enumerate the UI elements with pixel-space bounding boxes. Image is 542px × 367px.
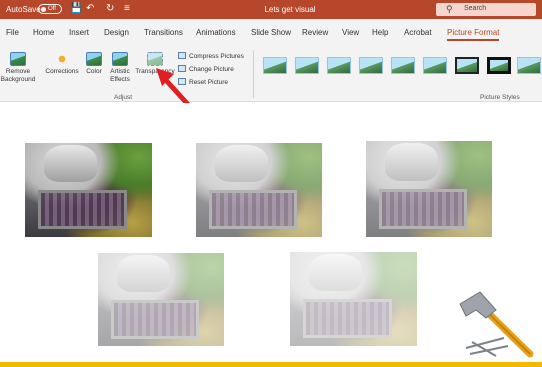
artistic-effects-label: Artistic Effects (110, 68, 130, 83)
photo-background (366, 141, 492, 237)
save-icon[interactable]: 💾 (70, 3, 82, 15)
corrections-label: Corrections (45, 68, 79, 75)
tab-animations[interactable]: Animations (196, 28, 236, 37)
compress-pictures-label: Compress Pictures (189, 53, 244, 60)
color-button[interactable]: Color (82, 52, 106, 76)
bucket-shape (44, 144, 98, 183)
bucket-shape (309, 253, 363, 292)
hammer-icon (459, 291, 534, 358)
tab-design[interactable]: Design (104, 28, 129, 37)
footer-accent-bar (0, 362, 542, 367)
photo-4[interactable] (98, 253, 224, 346)
photo-background (196, 143, 322, 237)
grate-shape (37, 190, 127, 230)
remove-background-icon (10, 52, 26, 66)
search-box[interactable]: ⚲ Search (436, 3, 536, 16)
photo-2[interactable] (196, 143, 322, 237)
tab-view[interactable]: View (342, 28, 359, 37)
ribbon-separator (253, 50, 254, 98)
autosave-toggle[interactable]: Off (38, 4, 62, 14)
photo-background (290, 252, 417, 346)
corrections-button[interactable]: Corrections (42, 52, 82, 76)
tab-home[interactable]: Home (33, 28, 54, 37)
photo-3[interactable] (366, 141, 492, 237)
tab-review[interactable]: Review (302, 28, 328, 37)
tab-acrobat[interactable]: Acrobat (404, 28, 432, 37)
ribbon-tabs: File Home Insert Design Transitions Anim… (0, 19, 542, 46)
artistic-effects-button[interactable]: Artistic Effects (106, 52, 134, 84)
picture-style-9[interactable] (517, 57, 541, 74)
customize-icon[interactable]: ≡ (124, 3, 130, 15)
picture-styles-group-label: Picture Styles (480, 94, 520, 101)
toggle-knob (41, 7, 46, 12)
picture-style-1[interactable] (263, 57, 287, 74)
photo-5[interactable] (290, 252, 417, 346)
compress-icon (178, 52, 186, 59)
autosave-label: AutoSave (6, 5, 41, 14)
artistic-effects-icon (112, 52, 128, 66)
grate-shape (378, 189, 467, 230)
picture-style-8[interactable] (487, 57, 511, 74)
picture-style-2[interactable] (295, 57, 319, 74)
document-title: Lets get visual (264, 5, 316, 14)
picture-styles-gallery (258, 54, 542, 84)
tab-picture-format[interactable]: Picture Format (447, 28, 500, 41)
tab-transitions[interactable]: Transitions (144, 28, 183, 37)
color-icon (86, 52, 102, 66)
remove-background-label: Remove Background (0, 68, 36, 83)
grate-shape (302, 299, 392, 339)
bucket-shape (384, 142, 438, 182)
grate-shape (208, 190, 297, 230)
bucket-shape (116, 254, 170, 293)
tab-help[interactable]: Help (372, 28, 388, 37)
photo-background (98, 253, 224, 346)
redo-icon[interactable]: ↻ (106, 3, 114, 15)
picture-style-6[interactable] (423, 57, 447, 74)
picture-style-3[interactable] (327, 57, 351, 74)
tab-file[interactable]: File (6, 28, 19, 37)
picture-style-5[interactable] (391, 57, 415, 74)
tab-slide-show[interactable]: Slide Show (251, 28, 291, 37)
undo-icon[interactable]: ↶ (86, 3, 94, 15)
corrections-icon (54, 52, 70, 66)
search-icon: ⚲ (446, 4, 453, 14)
remove-background-button[interactable]: Remove Background (0, 52, 36, 84)
photo-1[interactable] (25, 143, 152, 237)
bucket-shape (214, 144, 268, 183)
title-bar: AutoSave Off 💾 ↶ ↻ ≡ Lets get visual ⚲ S… (0, 0, 542, 19)
picture-style-4[interactable] (359, 57, 383, 74)
search-placeholder: Search (464, 5, 487, 12)
picture-style-7[interactable] (455, 57, 479, 74)
compress-pictures-button[interactable]: Compress Pictures (178, 52, 244, 60)
autosave-state: Off (48, 6, 56, 12)
grate-shape (110, 299, 199, 339)
tab-insert[interactable]: Insert (69, 28, 89, 37)
color-label: Color (86, 68, 102, 75)
adjust-group-label: Adjust (114, 94, 133, 101)
